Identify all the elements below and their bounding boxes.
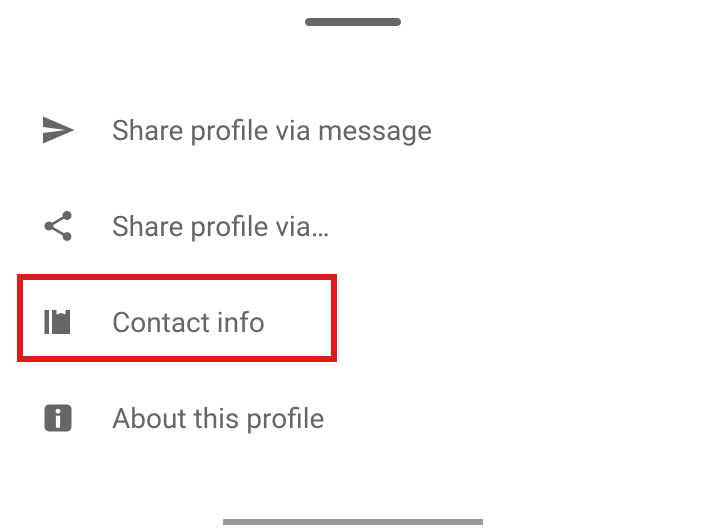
home-indicator[interactable] xyxy=(223,519,483,525)
menu-item-label: Share profile via message xyxy=(112,114,432,147)
contact-icon xyxy=(40,304,76,340)
share-via-message-item[interactable]: Share profile via message xyxy=(0,82,705,178)
share-via-item[interactable]: Share profile via… xyxy=(0,178,705,274)
menu-item-label: About this profile xyxy=(112,402,324,435)
about-profile-item[interactable]: About this profile xyxy=(0,370,705,466)
share-icon xyxy=(40,208,76,244)
contact-info-item[interactable]: Contact info xyxy=(0,274,705,370)
profile-actions-menu: Share profile via message Share profile … xyxy=(0,82,705,466)
menu-item-label: Contact info xyxy=(112,306,265,339)
menu-item-label: Share profile via… xyxy=(112,210,330,243)
info-icon xyxy=(40,400,76,436)
drag-handle[interactable] xyxy=(305,18,401,26)
send-icon xyxy=(40,112,76,148)
